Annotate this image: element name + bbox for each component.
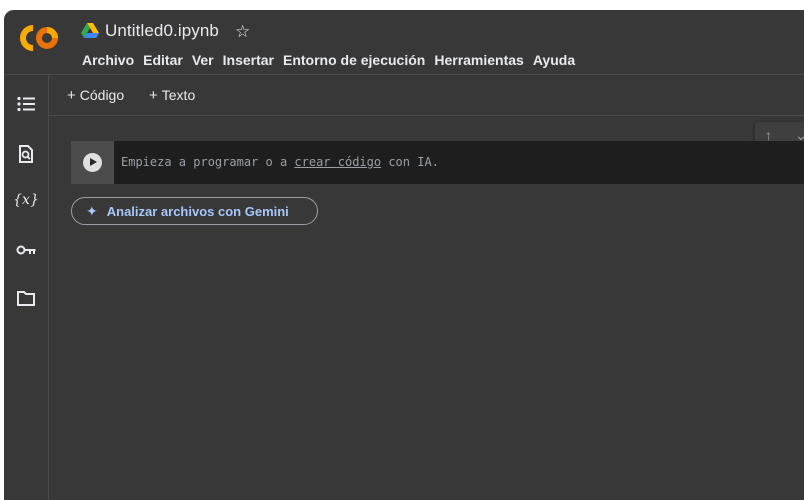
plus-icon: +: [67, 87, 76, 104]
placeholder-text-end: con IA.: [381, 155, 439, 169]
table-of-contents-icon[interactable]: [15, 93, 37, 115]
find-in-doc-icon[interactable]: [15, 143, 37, 165]
menu-editar[interactable]: Editar: [143, 52, 191, 68]
add-text-label: Texto: [161, 87, 196, 103]
variables-icon[interactable]: {x}: [13, 189, 39, 211]
placeholder-text: Empieza a programar o a: [121, 155, 295, 169]
generate-code-link[interactable]: crear código: [294, 155, 381, 169]
folder-icon[interactable]: [15, 287, 37, 309]
colab-window: Untitled0.ipynb ☆ Archivo Editar Ver Ins…: [4, 10, 804, 500]
sparkle-icon: ✦: [86, 202, 98, 219]
menu-ver[interactable]: Ver: [192, 52, 222, 68]
key-icon[interactable]: [15, 239, 37, 261]
left-sidebar: {x}: [4, 75, 49, 500]
google-drive-icon: [81, 23, 99, 38]
add-text-button[interactable]: + Texto: [149, 87, 195, 104]
title-row: Untitled0.ipynb ☆: [81, 19, 250, 43]
notebook-toolbar: + Código + Texto: [49, 75, 804, 116]
menu-archivo[interactable]: Archivo: [82, 52, 142, 68]
code-cell[interactable]: Empieza a programar o a crear código con…: [71, 141, 804, 184]
header-bar: Untitled0.ipynb ☆ Archivo Editar Ver Ins…: [4, 10, 804, 75]
add-code-label: Código: [79, 87, 125, 103]
star-icon[interactable]: ☆: [235, 23, 250, 40]
run-cell-button[interactable]: [83, 153, 102, 172]
add-code-button[interactable]: + Código: [67, 87, 124, 104]
gemini-button-label: Analizar archivos con Gemini: [106, 203, 289, 219]
menu-entorno-de-ejecucion[interactable]: Entorno de ejecución: [283, 52, 433, 68]
menu-ayuda[interactable]: Ayuda: [533, 52, 583, 68]
cell-placeholder[interactable]: Empieza a programar o a crear código con…: [121, 155, 439, 169]
menu-insertar[interactable]: Insertar: [223, 52, 282, 68]
notebook-title[interactable]: Untitled0.ipynb: [105, 21, 219, 41]
plus-icon: +: [149, 87, 158, 104]
cell-gutter: [71, 141, 114, 184]
menu-bar: Archivo Editar Ver Insertar Entorno de e…: [82, 52, 584, 68]
menu-herramientas[interactable]: Herramientas: [434, 52, 532, 68]
colab-logo[interactable]: [20, 24, 60, 52]
analyze-files-gemini-button[interactable]: ✦ Analizar archivos con Gemini: [71, 197, 318, 225]
